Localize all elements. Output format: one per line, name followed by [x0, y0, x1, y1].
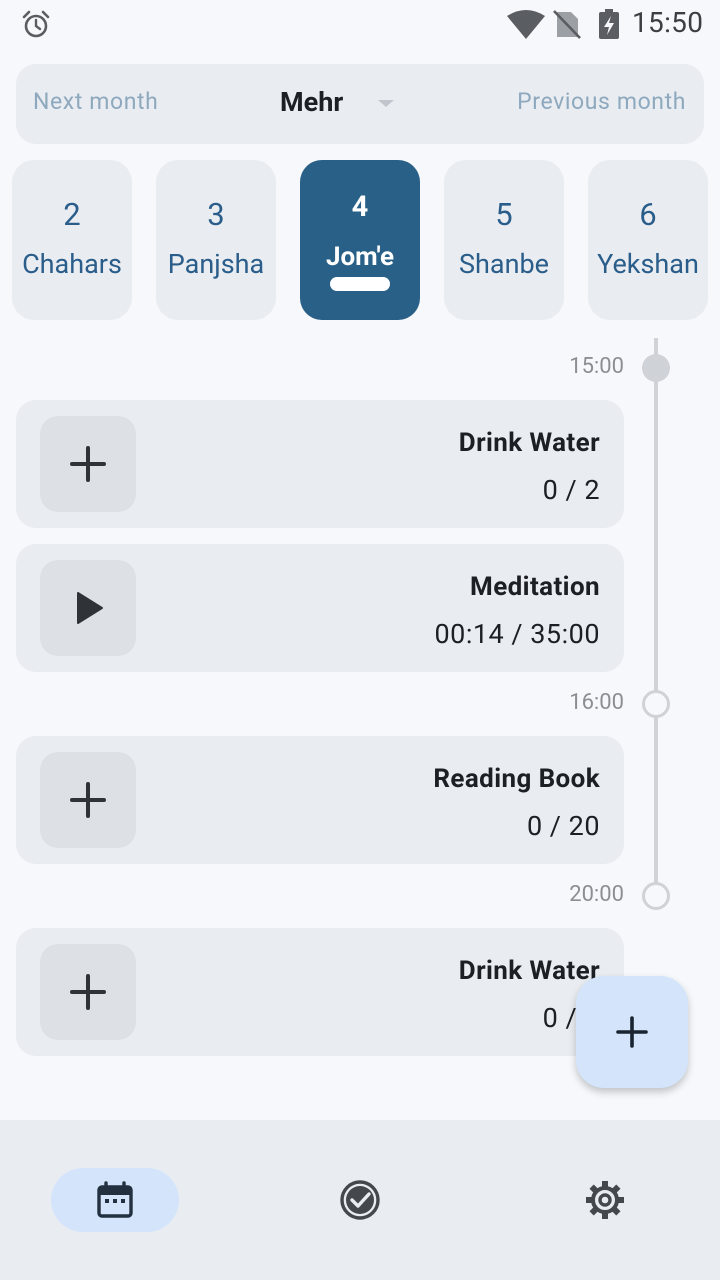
time-label: 20:00 — [569, 882, 624, 907]
day-name: Panjsha — [167, 248, 265, 280]
dropdown-caret-icon[interactable] — [378, 100, 394, 107]
check-circle-icon — [340, 1180, 380, 1220]
alarm-icon — [22, 10, 50, 38]
increment-button[interactable] — [40, 752, 136, 848]
calendar-icon — [97, 1181, 133, 1218]
timeline-node-current — [642, 354, 670, 382]
day-number: 2 — [63, 196, 81, 233]
task-card-drink-water-evening[interactable]: Drink Water 0 / 2 — [16, 928, 624, 1056]
bottom-navigation — [0, 1120, 720, 1280]
task-progress: 0 / 20 — [526, 810, 600, 842]
status-bar: 15:50 — [0, 0, 720, 48]
task-card-reading-book[interactable]: Reading Book 0 / 20 — [16, 736, 624, 864]
day-card-3[interactable]: 3 Panjsha — [156, 160, 276, 320]
task-progress: 00:14 / 35:00 — [434, 618, 600, 650]
day-name: Chahars — [22, 248, 122, 280]
day-name: Jom'e — [325, 242, 395, 272]
task-title: Meditation — [470, 572, 600, 602]
task-title: Reading Book — [433, 764, 600, 794]
plus-icon — [70, 446, 106, 482]
day-card-2[interactable]: 2 Chahars — [12, 160, 132, 320]
task-title: Drink Water — [458, 956, 600, 986]
selected-indicator — [330, 277, 390, 291]
play-icon — [77, 592, 103, 624]
status-time: 15:50 — [632, 6, 704, 39]
start-timer-button[interactable] — [40, 560, 136, 656]
month-selector: Next month Mehr Previous month — [16, 64, 704, 144]
previous-month-button[interactable]: Previous month — [517, 88, 686, 115]
add-task-fab[interactable] — [576, 976, 688, 1088]
wifi-icon — [507, 10, 545, 39]
task-card-meditation[interactable]: Meditation 00:14 / 35:00 — [16, 544, 624, 672]
timeline-node — [642, 690, 670, 718]
time-label: 15:00 — [569, 354, 624, 379]
increment-button[interactable] — [40, 416, 136, 512]
time-label: 16:00 — [569, 690, 624, 715]
day-name: Shanbe — [459, 248, 549, 280]
day-name: Yekshan — [597, 248, 699, 280]
plus-icon — [70, 782, 106, 818]
task-title: Drink Water — [458, 428, 600, 458]
nav-calendar[interactable] — [51, 1168, 179, 1232]
next-month-button[interactable]: Next month — [33, 88, 158, 115]
nav-settings[interactable] — [541, 1168, 669, 1232]
increment-button[interactable] — [40, 944, 136, 1040]
day-number: 3 — [207, 196, 225, 233]
day-number: 4 — [351, 190, 369, 224]
plus-icon — [616, 1016, 648, 1048]
day-card-5[interactable]: 5 Shanbe — [444, 160, 564, 320]
timeline-line — [654, 338, 658, 898]
nav-tasks[interactable] — [296, 1168, 424, 1232]
current-month-dropdown[interactable]: Mehr — [280, 86, 343, 118]
plus-icon — [70, 974, 106, 1010]
no-sim-icon — [553, 10, 581, 39]
task-progress: 0 / 2 — [542, 474, 600, 506]
timeline-node — [642, 882, 670, 910]
settings-gear-icon — [586, 1181, 624, 1219]
day-number: 6 — [639, 196, 657, 233]
task-card-drink-water[interactable]: Drink Water 0 / 2 — [16, 400, 624, 528]
day-card-4-selected[interactable]: 4 Jom'e — [300, 160, 420, 320]
day-number: 5 — [495, 196, 513, 233]
battery-charging-icon — [599, 9, 619, 39]
day-card-6[interactable]: 6 Yekshan — [588, 160, 708, 320]
